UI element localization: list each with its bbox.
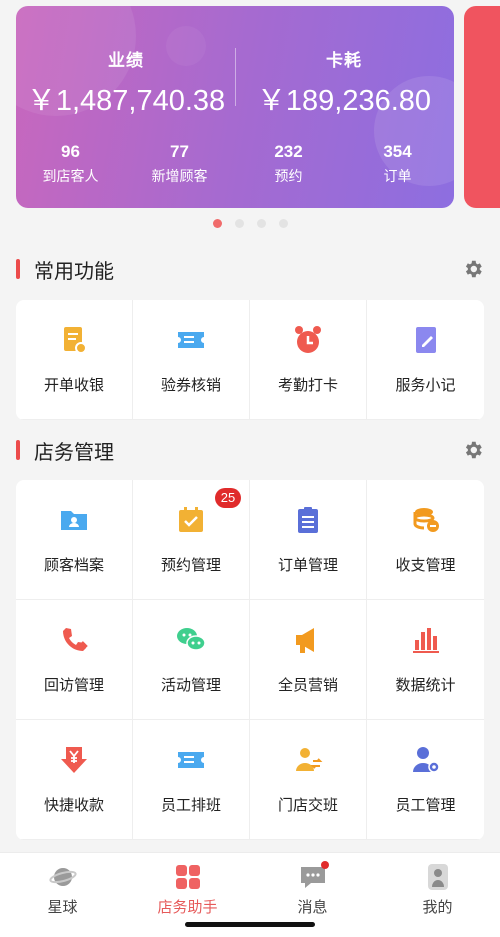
stat-label: 到店客人: [42, 169, 99, 185]
tile-label: 快捷收款: [43, 796, 104, 814]
tile-income-expense[interactable]: 收支管理: [367, 480, 484, 600]
tile-label: 订单管理: [277, 556, 338, 574]
tile-label: 收支管理: [395, 556, 456, 574]
section-title: 常用功能: [34, 258, 114, 283]
clipboard-list-icon: [298, 507, 318, 533]
carousel-dot[interactable]: [212, 219, 222, 228]
stat-number: 232: [274, 142, 303, 161]
notebook-pen-icon: [415, 327, 436, 353]
tab-label: 消息: [297, 898, 328, 916]
bar-chart-icon: [412, 628, 439, 653]
stat-new-customers[interactable]: 77 新增顾客: [125, 142, 234, 186]
stat-number: 354: [383, 142, 412, 161]
tile-staff-management[interactable]: 员工管理: [367, 720, 484, 840]
calendar-check-icon: [179, 507, 203, 532]
tile-label: 顾客档案: [43, 556, 104, 574]
gear-icon[interactable]: [462, 258, 484, 280]
tile-label: 全员营销: [277, 676, 338, 694]
tile-all-staff-marketing[interactable]: 全员营销: [250, 600, 367, 720]
tile-quick-payment[interactable]: 快捷收款: [16, 720, 133, 840]
tab-label: 我的: [422, 898, 453, 916]
next-card-peek[interactable]: [464, 6, 500, 208]
stat-appointments[interactable]: 232 预约: [234, 142, 343, 186]
section-title: 店务管理: [34, 439, 114, 464]
chat-bubbles-icon: [177, 628, 206, 651]
tile-label: 服务小记: [395, 376, 456, 394]
grid-icon: [175, 865, 200, 889]
store-management-header: 店务管理: [16, 435, 484, 465]
unread-dot: [321, 861, 329, 869]
tile-label: 门店交班: [277, 796, 338, 814]
phone-callback-icon: [63, 628, 88, 651]
stat-visitors[interactable]: 96 到店客人: [16, 142, 125, 186]
tab-label: 星球: [47, 898, 78, 916]
stat-label: 新增顾客: [151, 169, 208, 185]
yuan-download-icon: [61, 747, 87, 773]
tab-label: 店务助手: [157, 898, 218, 916]
tab-planet[interactable]: 星球: [0, 853, 125, 937]
megaphone-icon: [296, 628, 314, 653]
stat-label: 订单: [383, 169, 412, 185]
tile-label: 开单收银: [43, 376, 104, 394]
performance-value: ￥1,487,740.38: [26, 85, 226, 117]
tile-attendance[interactable]: 考勤打卡: [250, 300, 367, 420]
tile-label: 验券核销: [160, 376, 221, 394]
cashier-receipt-icon: [64, 327, 87, 354]
carousel-dot[interactable]: [256, 219, 266, 228]
performance-stat: 业绩 ￥1,487,740.38: [16, 46, 236, 119]
coupon-ticket-icon: [178, 332, 204, 348]
person-icon: [427, 864, 448, 890]
tile-activity-management[interactable]: 活动管理: [133, 600, 250, 720]
consumption-label: 卡耗: [326, 51, 362, 71]
tile-staff-scheduling[interactable]: 员工排班: [133, 720, 250, 840]
tile-label: 数据统计: [395, 676, 456, 694]
tile-label: 员工排班: [160, 796, 221, 814]
stats-card[interactable]: 业绩 ￥1,487,740.38 卡耗 ￥189,236.80 96 到店客人 …: [16, 6, 454, 208]
tile-label: 考勤打卡: [277, 376, 338, 394]
tile-label: 预约管理: [160, 556, 221, 574]
stat-label: 预约: [274, 169, 303, 185]
tile-service-notes[interactable]: 服务小记: [367, 300, 484, 420]
stat-number: 96: [61, 142, 80, 161]
home-indicator: [185, 922, 315, 927]
stat-orders[interactable]: 354 订单: [343, 142, 452, 186]
planet-icon: [48, 868, 77, 886]
section-marker: [16, 259, 20, 279]
tile-store-handover[interactable]: 门店交班: [250, 720, 367, 840]
alarm-clock-icon: [295, 326, 321, 353]
schedule-ticket-icon: [178, 752, 204, 768]
tile-appointment-management[interactable]: 25 预约管理: [133, 480, 250, 600]
carousel-dot[interactable]: [234, 219, 244, 228]
consumption-stat: 卡耗 ￥189,236.80: [234, 46, 454, 119]
tab-profile[interactable]: 我的: [375, 853, 500, 937]
carousel-indicator: [0, 219, 500, 228]
tile-data-statistics[interactable]: 数据统计: [367, 600, 484, 720]
tile-order-management[interactable]: 订单管理: [250, 480, 367, 600]
carousel-dot[interactable]: [278, 219, 288, 228]
stat-number: 77: [170, 142, 189, 161]
consumption-value: ￥189,236.80: [256, 85, 432, 117]
tile-coupon-verify[interactable]: 验券核销: [133, 300, 250, 420]
tile-customer-profiles[interactable]: 顾客档案: [16, 480, 133, 600]
section-marker: [16, 440, 20, 460]
tile-label: 活动管理: [160, 676, 221, 694]
store-management-grid: 顾客档案 25 预约管理 订单管理 收支管理 回访管理 活动管理 全员营销 数据…: [16, 480, 484, 840]
customer-folder-icon: [61, 511, 87, 530]
tile-cashier[interactable]: 开单收银: [16, 300, 133, 420]
performance-label: 业绩: [108, 51, 144, 71]
coins-icon: [413, 508, 439, 532]
tile-follow-up[interactable]: 回访管理: [16, 600, 133, 720]
common-functions-header: 常用功能: [16, 254, 484, 284]
notification-badge: 25: [215, 488, 241, 508]
staff-exchange-icon: [296, 748, 323, 771]
gear-icon[interactable]: [462, 439, 484, 461]
tile-label: 回访管理: [43, 676, 104, 694]
staff-settings-icon: [412, 747, 440, 773]
tile-label: 员工管理: [395, 796, 456, 814]
stats-carousel[interactable]: 业绩 ￥1,487,740.38 卡耗 ￥189,236.80 96 到店客人 …: [0, 0, 500, 215]
common-functions-grid: 开单收银 验券核销 考勤打卡 服务小记: [16, 300, 484, 420]
